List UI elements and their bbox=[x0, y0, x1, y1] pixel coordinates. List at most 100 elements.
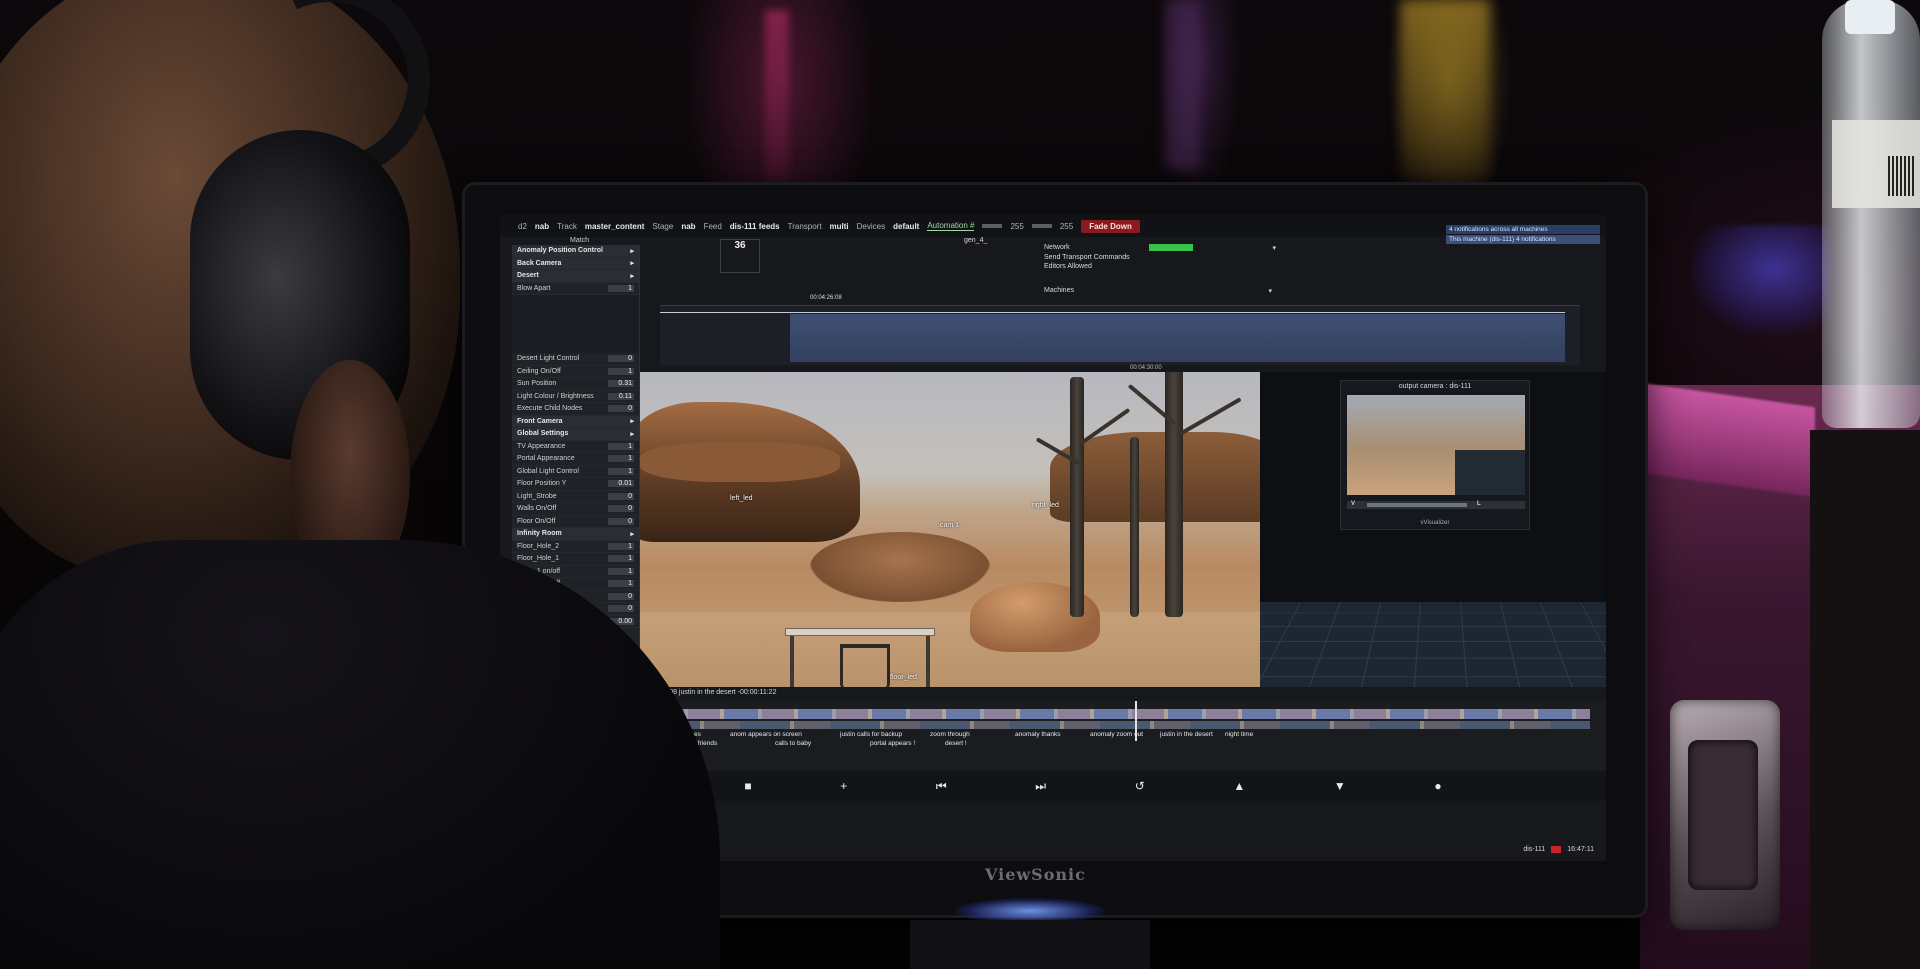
parameter-label: Anomaly Position Control bbox=[517, 247, 603, 255]
parameter-row[interactable]: Portal Appearance 1 bbox=[512, 453, 639, 466]
stop-icon[interactable]: ■ bbox=[744, 779, 751, 793]
parameter-value[interactable]: 0 bbox=[608, 605, 634, 613]
track-select[interactable]: master_content bbox=[585, 222, 645, 231]
chevron-down-icon[interactable]: ▾ bbox=[1272, 244, 1276, 252]
automation-toggle[interactable]: Automation # bbox=[927, 221, 975, 231]
dead-tree bbox=[1070, 377, 1084, 617]
parameter-value[interactable]: 1 bbox=[608, 367, 634, 375]
timeline-marker[interactable]: calls to baby bbox=[775, 740, 811, 747]
timeline-marker[interactable]: justin calls for backup bbox=[840, 731, 902, 738]
parameter-group-header[interactable]: Global Settings ▸ bbox=[512, 428, 639, 441]
camera-count[interactable]: 36 bbox=[720, 239, 760, 273]
parameter-value[interactable]: 0 bbox=[608, 592, 634, 600]
parameter-group-header[interactable]: Anomaly Position Control ▸ bbox=[512, 245, 639, 258]
notifications[interactable]: 4 notifications across all machines This… bbox=[1446, 225, 1600, 245]
nab-label[interactable]: nab bbox=[535, 222, 549, 231]
level-slider-1[interactable] bbox=[982, 224, 1003, 228]
parameter-label: Floor_Hole_2 bbox=[517, 542, 560, 550]
machines-dropdown[interactable]: Machines ▾ bbox=[1040, 287, 1280, 295]
parameter-label: Execute Child Nodes bbox=[517, 405, 583, 413]
parameter-value[interactable]: 1 bbox=[608, 442, 634, 450]
timeline-marker[interactable]: zoom through bbox=[930, 731, 970, 738]
chevron-right-icon[interactable]: ▸ bbox=[630, 530, 634, 538]
parameter-row[interactable]: Global Light Control 1 bbox=[512, 466, 639, 478]
parameter-row[interactable]: Light_Strobe 0 bbox=[512, 491, 639, 503]
match-label[interactable]: Match bbox=[570, 237, 589, 244]
previous-icon[interactable]: ⏮ bbox=[936, 779, 947, 794]
parameter-value[interactable]: 0 bbox=[608, 517, 634, 525]
stage-select[interactable]: nab bbox=[681, 222, 695, 231]
parameter-value[interactable]: 0 bbox=[608, 405, 634, 413]
chevron-right-icon[interactable]: ▸ bbox=[630, 247, 634, 255]
timeline-marker[interactable]: anomaly zoom out bbox=[1090, 731, 1143, 738]
parameter-row[interactable]: TV Appearance 1 bbox=[512, 441, 639, 453]
chevron-right-icon[interactable]: ▸ bbox=[630, 259, 634, 267]
timeline-marker[interactable]: night time bbox=[1225, 731, 1253, 738]
parameter-row[interactable]: Desert Light Control 0 bbox=[512, 353, 639, 366]
parameter-value[interactable]: 1 bbox=[608, 580, 634, 588]
chevron-right-icon[interactable]: ▸ bbox=[630, 272, 634, 280]
stage-view[interactable]: output camera : dis-111 V L vVisualizer bbox=[1260, 372, 1606, 687]
parameter-value[interactable]: 1 bbox=[608, 555, 634, 563]
parameter-row[interactable]: Sun Position 0.31 bbox=[512, 378, 639, 391]
parameter-row[interactable]: Floor_Hole_1 1 bbox=[512, 553, 639, 566]
parameter-group-header[interactable]: Back Camera ▸ bbox=[512, 257, 639, 270]
track-strip[interactable] bbox=[660, 305, 1580, 365]
parameter-group-header[interactable]: Infinity Room ▸ bbox=[512, 528, 639, 541]
parameter-row[interactable]: Blow Apart 1 bbox=[512, 283, 639, 295]
parameter-value[interactable]: 0 bbox=[608, 355, 634, 363]
timeline-marker[interactable]: anom appears on screen bbox=[730, 731, 802, 738]
down-icon[interactable]: ▼ bbox=[1334, 779, 1346, 793]
parameter-value[interactable]: 0 bbox=[608, 505, 634, 513]
timeline[interactable]: le approachesmake friendsanom appears on… bbox=[640, 701, 1606, 771]
notification-all[interactable]: 4 notifications across all machines bbox=[1446, 225, 1600, 234]
feed-select[interactable]: dis-111 feeds bbox=[730, 222, 780, 231]
parameter-value[interactable]: 0.01 bbox=[608, 480, 634, 488]
send-transport-label[interactable]: Send Transport Commands bbox=[1044, 254, 1130, 261]
editors-allowed-label[interactable]: Editors Allowed bbox=[1044, 263, 1092, 270]
parameter-row[interactable]: Light Colour / Brightness 0.11 bbox=[512, 391, 639, 403]
timeline-marker[interactable]: desert ! bbox=[945, 740, 967, 747]
parameter-row[interactable]: Walls On/Off 0 bbox=[512, 503, 639, 516]
parameter-group-header[interactable]: Desert ▸ bbox=[512, 270, 639, 283]
parameter-label: Sun Position bbox=[517, 380, 557, 388]
parameter-value[interactable]: 0 bbox=[608, 492, 634, 500]
viewport-label-left-led: left_led bbox=[730, 495, 753, 502]
next-icon[interactable]: ⏭ bbox=[1035, 779, 1046, 794]
transport-select[interactable]: multi bbox=[830, 222, 849, 231]
timeline-marker[interactable]: anomaly thanks bbox=[1015, 731, 1061, 738]
timeline-clips-secondary[interactable] bbox=[650, 721, 1590, 729]
parameter-row[interactable]: Floor_Hole_2 1 bbox=[512, 541, 639, 553]
add-icon[interactable]: + bbox=[840, 779, 847, 793]
parameter-value[interactable]: 1 bbox=[608, 284, 634, 292]
up-icon[interactable]: ▲ bbox=[1233, 779, 1245, 793]
timeline-marker[interactable]: portal appears ! bbox=[870, 740, 915, 747]
parameter-row[interactable]: Floor Position Y 0.01 bbox=[512, 478, 639, 491]
menu-d2[interactable]: d2 bbox=[518, 222, 527, 231]
parameter-value[interactable]: 1 bbox=[608, 455, 634, 463]
parameter-row[interactable]: Ceiling On/Off 1 bbox=[512, 366, 639, 378]
chevron-down-icon[interactable]: ▾ bbox=[1268, 287, 1272, 295]
loop-icon[interactable]: ↺ bbox=[1135, 779, 1145, 793]
chevron-right-icon[interactable]: ▸ bbox=[630, 430, 634, 438]
parameter-group-header[interactable]: Front Camera ▸ bbox=[512, 415, 639, 428]
chevron-right-icon[interactable]: ▸ bbox=[630, 417, 634, 425]
track-clip[interactable] bbox=[790, 314, 1565, 362]
parameter-value[interactable]: 1 bbox=[608, 567, 634, 575]
record-icon[interactable]: ● bbox=[1434, 779, 1441, 793]
devices-select[interactable]: default bbox=[893, 222, 919, 231]
timeline-clips[interactable] bbox=[650, 709, 1590, 719]
parameter-value[interactable]: 0.31 bbox=[608, 380, 634, 388]
parameter-value[interactable]: 0.11 bbox=[608, 392, 634, 400]
parameter-row[interactable]: Floor On/Off 0 bbox=[512, 516, 639, 528]
3d-viewport[interactable]: left_led right_led cam 1 floor_led bbox=[640, 372, 1260, 687]
fade-down-button[interactable]: Fade Down bbox=[1081, 219, 1140, 233]
level-slider-2[interactable] bbox=[1031, 224, 1052, 228]
parameter-value[interactable]: 1 bbox=[608, 467, 634, 475]
timeline-marker[interactable]: justin in the desert bbox=[1160, 731, 1213, 738]
parameter-row[interactable]: Execute Child Nodes 0 bbox=[512, 403, 639, 416]
parameter-value[interactable]: 1 bbox=[608, 542, 634, 550]
parameter-label: Ceiling On/Off bbox=[517, 367, 561, 375]
notification-machine[interactable]: This machine (dis-111) 4 notifications bbox=[1446, 235, 1600, 244]
output-camera-slider[interactable]: V L bbox=[1347, 501, 1525, 509]
